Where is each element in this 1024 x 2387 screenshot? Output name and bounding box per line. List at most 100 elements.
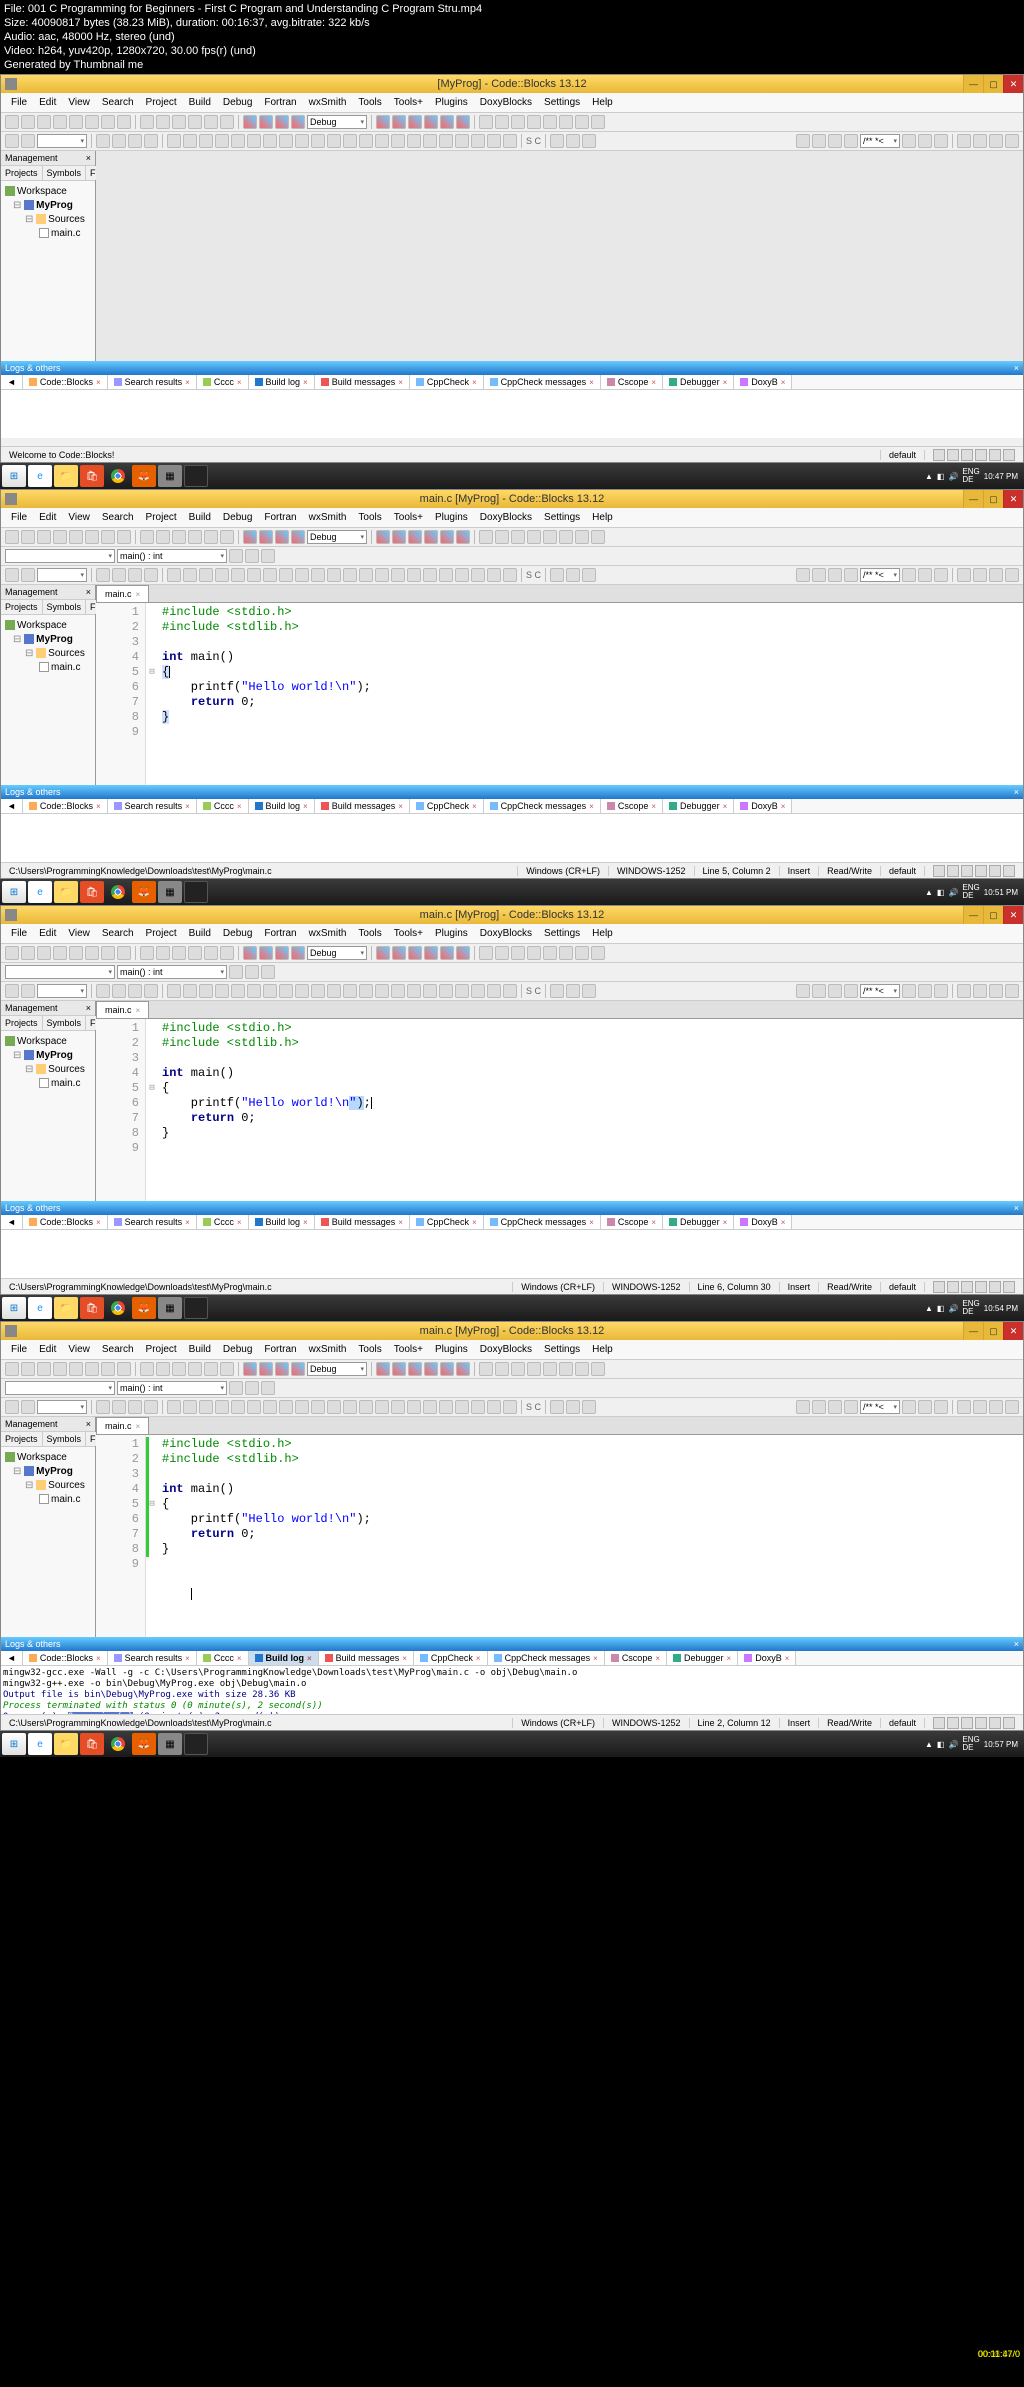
toolbar-button[interactable] [140, 115, 154, 129]
close-icon[interactable]: × [1014, 1639, 1019, 1649]
combo[interactable]: /** *< [860, 568, 900, 582]
toolbar-button[interactable] [479, 1362, 493, 1376]
log-tab-doxyb[interactable]: DoxyB × [734, 799, 792, 813]
toolbar-button[interactable] [112, 984, 126, 998]
toolbar-button[interactable] [582, 984, 596, 998]
toolbar-button[interactable] [204, 115, 218, 129]
toolbar-button[interactable] [973, 1400, 987, 1414]
toolbar-button[interactable] [37, 115, 51, 129]
taskbar-explorer[interactable]: 📁 [54, 1733, 78, 1755]
start-button[interactable]: ⊞ [2, 1733, 26, 1755]
toolbar-button[interactable] [543, 530, 557, 544]
toolbar-button[interactable] [259, 946, 273, 960]
toolbar-button[interactable] [796, 568, 810, 582]
toolbar-button[interactable] [21, 1362, 35, 1376]
taskbar-ie[interactable]: e [28, 465, 52, 487]
toolbar-button[interactable] [487, 134, 501, 148]
menu-doxyblocks[interactable]: DoxyBlocks [476, 95, 536, 110]
tree-file[interactable]: main.c [5, 661, 91, 675]
menu-build[interactable]: Build [185, 1342, 215, 1357]
toolbar-button[interactable] [1005, 134, 1019, 148]
tree-project[interactable]: ⊟ MyProg [5, 1465, 91, 1479]
toolbar-button[interactable] [439, 568, 453, 582]
toolbar-button[interactable] [128, 568, 142, 582]
toolbar-button[interactable] [263, 568, 277, 582]
toolbar-button[interactable] [231, 984, 245, 998]
toolbar-button[interactable] [291, 946, 305, 960]
log-tab-cppcheckmessages[interactable]: CppCheck messages × [484, 1215, 601, 1229]
log-tab-prev[interactable]: ◄ [1, 375, 23, 389]
toolbar-button[interactable] [487, 1400, 501, 1414]
taskbar-cmd[interactable] [184, 881, 208, 903]
minimize-button[interactable]: — [963, 906, 983, 924]
toolbar-button[interactable] [21, 530, 35, 544]
combo[interactable] [37, 568, 87, 582]
toolbar-button[interactable] [5, 530, 19, 544]
taskbar-cmd[interactable] [184, 465, 208, 487]
toolbar-button[interactable] [375, 1400, 389, 1414]
menu-project[interactable]: Project [142, 926, 181, 941]
toolbar-button[interactable] [559, 115, 573, 129]
toolbar-button[interactable] [291, 1362, 305, 1376]
combo[interactable]: /** *< [860, 134, 900, 148]
fold-column[interactable]: ⊟ [146, 1019, 158, 1201]
taskbar-app[interactable]: ▦ [158, 465, 182, 487]
toolbar-button[interactable] [101, 115, 115, 129]
tray-clock[interactable]: 10:47 PM [984, 472, 1018, 481]
toolbar-button[interactable] [902, 984, 916, 998]
log-tab-cccc[interactable]: Cccc × [197, 1651, 249, 1665]
menu-project[interactable]: Project [142, 95, 181, 110]
toolbar-button[interactable] [957, 568, 971, 582]
tree-file[interactable]: main.c [5, 1493, 91, 1507]
toolbar-button[interactable] [591, 1362, 605, 1376]
log-tab-debugger[interactable]: Debugger × [663, 1215, 734, 1229]
toolbar-button[interactable] [243, 1362, 257, 1376]
system-tray[interactable]: ▲◧🔊ENGDE10:51 PM [921, 884, 1022, 900]
toolbar-button[interactable] [392, 1362, 406, 1376]
toolbar-button[interactable] [243, 115, 257, 129]
toolbar-button[interactable] [199, 568, 213, 582]
code-content[interactable]: #include <stdio.h>#include <stdlib.h> in… [158, 1435, 1023, 1637]
log-tab-cccc[interactable]: Cccc × [197, 1215, 249, 1229]
log-tab-buildlog[interactable]: Build log × [249, 375, 315, 389]
close-icon[interactable]: × [185, 1218, 190, 1227]
toolbar-button[interactable] [902, 134, 916, 148]
toolbar-button[interactable] [471, 984, 485, 998]
toolbar-button[interactable] [575, 115, 589, 129]
toolbar-button[interactable] [275, 115, 289, 129]
close-icon[interactable]: × [651, 1218, 656, 1227]
toolbar-button[interactable] [183, 1400, 197, 1414]
toolbar-button[interactable] [327, 568, 341, 582]
toolbar-button[interactable] [69, 530, 83, 544]
menu-wxsmith[interactable]: wxSmith [305, 510, 351, 525]
menu-tools[interactable]: Tools+ [390, 1342, 427, 1357]
mgmt-tab-projects[interactable]: Projects [1, 600, 43, 614]
taskbar-store[interactable]: 🛍 [80, 1733, 104, 1755]
toolbar-button[interactable] [37, 530, 51, 544]
toolbar-button[interactable] [21, 1400, 35, 1414]
taskbar-firefox[interactable]: 🦊 [132, 881, 156, 903]
toolbar-button[interactable] [989, 1400, 1003, 1414]
toolbar-button[interactable] [479, 115, 493, 129]
mgmt-tab-symbols[interactable]: Symbols [43, 1432, 87, 1446]
menu-fortran[interactable]: Fortran [260, 95, 300, 110]
toolbar-button[interactable] [275, 530, 289, 544]
close-button[interactable]: ✕ [1003, 75, 1023, 93]
menu-debug[interactable]: Debug [219, 926, 256, 941]
build-target-combo[interactable]: Debug [307, 115, 367, 129]
toolbar-button[interactable] [261, 965, 275, 979]
window-titlebar[interactable]: [MyProg] - Code::Blocks 13.12—▢✕ [1, 75, 1023, 93]
toolbar-button[interactable] [231, 568, 245, 582]
toolbar-button[interactable] [550, 1400, 564, 1414]
toolbar-button[interactable] [828, 1400, 842, 1414]
toolbar-button[interactable] [487, 984, 501, 998]
close-button[interactable]: ✕ [1003, 1322, 1023, 1340]
toolbar-button[interactable] [21, 568, 35, 582]
toolbar-button[interactable] [455, 1400, 469, 1414]
menu-debug[interactable]: Debug [219, 95, 256, 110]
combo[interactable] [37, 134, 87, 148]
code-content[interactable]: #include <stdio.h>#include <stdlib.h> in… [158, 603, 1023, 785]
toolbar-button[interactable] [188, 946, 202, 960]
window-titlebar[interactable]: main.c [MyProg] - Code::Blocks 13.12—▢✕ [1, 1322, 1023, 1340]
menu-settings[interactable]: Settings [540, 926, 584, 941]
